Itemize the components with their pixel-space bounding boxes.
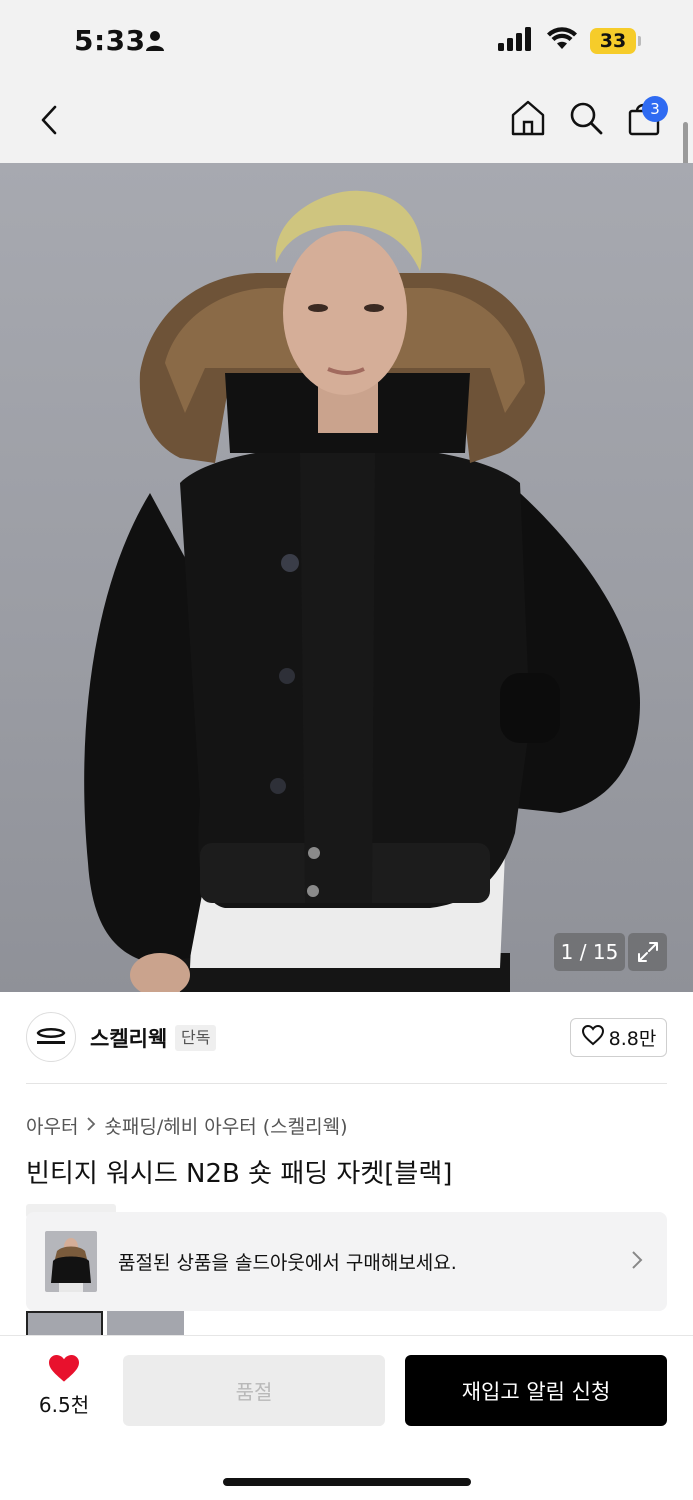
top-nav: 3 — [0, 80, 693, 163]
brand-like-count: 8.8만 — [608, 1028, 657, 1050]
product-image[interactable] — [0, 163, 693, 992]
divider — [26, 1083, 667, 1084]
thumbnail-strip — [26, 1311, 196, 1335]
image-counter: 1 / 15 — [554, 933, 625, 971]
chevron-right-icon — [86, 1115, 96, 1137]
soldout-banner-text: 품절된 상품을 솔드아웃에서 구매해보세요. — [118, 1252, 457, 1274]
battery-level: 33 — [590, 28, 636, 54]
product-photo — [84, 190, 640, 992]
chevron-right-icon — [631, 1250, 643, 1274]
soldout-banner[interactable]: 품절된 상품을 솔드아웃에서 구매해보세요. — [26, 1212, 667, 1311]
person-icon — [145, 30, 165, 56]
signal-icon — [498, 27, 534, 55]
search-icon[interactable] — [566, 98, 606, 142]
breadcrumb-subcategory[interactable]: 숏패딩/헤비 아우터 (스켈리웩) — [104, 1112, 347, 1139]
brand-logo[interactable] — [26, 1012, 76, 1062]
home-icon[interactable] — [508, 98, 548, 142]
soldout-button[interactable]: 품절 — [123, 1355, 385, 1426]
cart-count-badge: 3 — [642, 96, 668, 122]
restock-alert-button[interactable]: 재입고 알림 신청 — [405, 1355, 667, 1426]
thumbnail-1[interactable] — [26, 1311, 103, 1335]
back-icon[interactable] — [30, 100, 70, 140]
brand-like-button[interactable]: 8.8만 — [570, 1018, 667, 1057]
breadcrumb: 아우터 숏패딩/헤비 아우터 (스켈리웩) — [26, 1112, 348, 1139]
status-icons: 33 — [498, 27, 641, 55]
expand-icon[interactable] — [628, 933, 667, 971]
heart-filled-icon — [47, 1355, 81, 1387]
wishlist-count: 6.5천 — [38, 1393, 90, 1417]
home-indicator[interactable] — [223, 1478, 471, 1486]
wifi-icon — [546, 27, 578, 55]
exclusive-badge: 단독 — [175, 1025, 217, 1051]
status-bar: 5:33 33 — [0, 0, 693, 80]
breadcrumb-category[interactable]: 아우터 — [26, 1112, 78, 1139]
soldout-thumbnail — [45, 1231, 97, 1292]
brand-name[interactable]: 스켈리웩 — [90, 1023, 167, 1053]
wishlist-button[interactable]: 6.5천 — [30, 1353, 98, 1418]
heart-outline-icon — [581, 1024, 605, 1051]
product-title: 빈티지 워시드 N2B 숏 패딩 자켓[블랙] — [26, 1159, 453, 1189]
battery-icon: 33 — [590, 28, 641, 54]
thumbnail-2[interactable] — [107, 1311, 184, 1335]
status-time: 5:33 — [74, 24, 146, 57]
bottom-action-bar: 6.5천 품절 재입고 알림 신청 — [0, 1335, 693, 1500]
